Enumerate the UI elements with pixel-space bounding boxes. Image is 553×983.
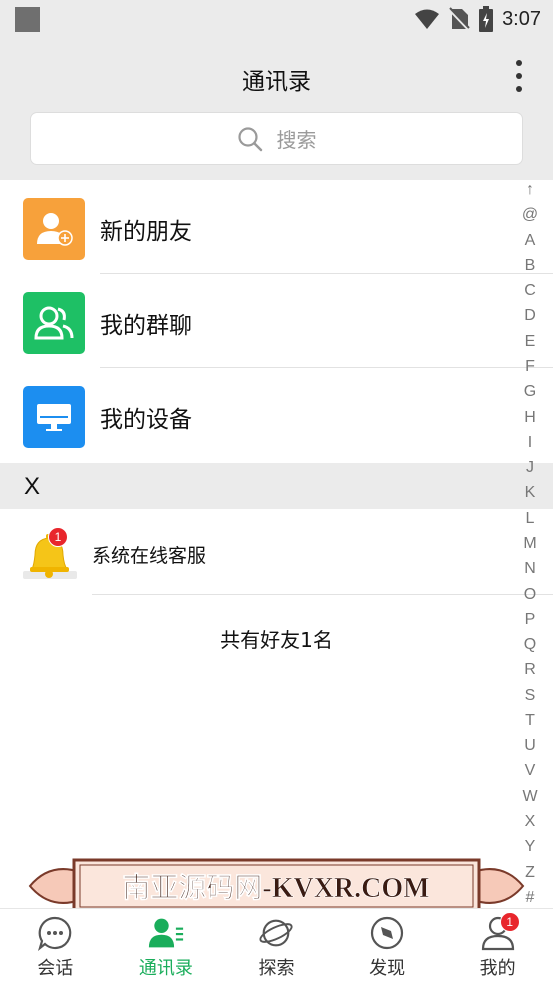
index-letter[interactable]: K: [525, 484, 536, 502]
index-letter[interactable]: R: [524, 661, 536, 679]
more-dot-icon: [516, 86, 522, 92]
more-menu-button[interactable]: [513, 58, 525, 94]
index-letter[interactable]: C: [524, 282, 536, 300]
list-item-my-devices[interactable]: 我的设备: [0, 368, 553, 462]
chat-icon: [37, 915, 73, 951]
index-letter[interactable]: M: [523, 535, 536, 553]
index-letter[interactable]: S: [525, 687, 536, 705]
wifi-icon: [415, 9, 440, 29]
index-letter[interactable]: G: [524, 383, 536, 401]
index-letter[interactable]: D: [524, 307, 536, 325]
battery-icon: [479, 6, 494, 32]
planet-icon: [258, 915, 294, 951]
device-icon: [23, 386, 85, 448]
tab-discover[interactable]: 发现: [332, 909, 443, 983]
tab-label: 会话: [37, 958, 74, 979]
page-title: 通讯录: [242, 69, 311, 95]
index-letter[interactable]: @: [522, 206, 538, 224]
index-letter[interactable]: J: [526, 459, 534, 477]
list-item-group-chats[interactable]: 我的群聊: [0, 274, 553, 368]
index-letter[interactable]: T: [525, 712, 535, 730]
tab-label: 探索: [258, 958, 295, 979]
index-letter[interactable]: L: [526, 510, 535, 528]
index-letter[interactable]: P: [525, 611, 536, 629]
index-letter[interactable]: ↑: [526, 181, 534, 199]
bottom-tab-bar: 会话 通讯录 探索 发现 1 我的: [0, 908, 553, 983]
no-sim-icon: [448, 7, 471, 31]
list-item-label: 新的朋友: [100, 219, 192, 245]
search-icon: [237, 126, 262, 151]
list-item-new-friends[interactable]: 新的朋友: [0, 180, 553, 274]
index-letter[interactable]: O: [524, 586, 536, 604]
index-letter[interactable]: U: [524, 737, 536, 755]
profile-icon: 1: [480, 912, 520, 951]
index-letter[interactable]: F: [525, 358, 535, 376]
tab-label: 我的: [479, 958, 516, 979]
index-letter[interactable]: X: [525, 813, 536, 831]
contact-item[interactable]: 1 系统在线客服: [0, 509, 553, 595]
tab-contacts[interactable]: 通讯录: [111, 909, 222, 983]
index-letter[interactable]: A: [525, 232, 536, 250]
more-dot-icon: [516, 73, 522, 79]
status-time: 3:07: [502, 7, 541, 30]
unread-badge: 1: [48, 527, 68, 547]
watermark-text: 南亚源码网-KVXR.COM: [122, 872, 429, 904]
index-letter[interactable]: N: [524, 560, 536, 578]
index-letter[interactable]: W: [522, 788, 537, 806]
divider: [92, 594, 553, 595]
section-letter: X: [24, 473, 41, 500]
tab-explore[interactable]: 探索: [221, 909, 332, 983]
tab-label: 通讯录: [138, 958, 193, 979]
contact-avatar: 1: [23, 527, 77, 585]
group-chat-icon: [23, 292, 85, 354]
status-bar: 3:07: [0, 0, 553, 38]
search-placeholder: 搜索: [276, 128, 317, 152]
list-item-label: 我的群聊: [100, 313, 192, 339]
profile-badge: 1: [499, 912, 520, 932]
quick-entry-list: 新的朋友 我的群聊 我的设备: [0, 180, 553, 462]
friend-count: 共有好友1名: [220, 628, 333, 652]
contacts-icon: [148, 915, 184, 951]
index-letter[interactable]: H: [524, 409, 536, 427]
tab-chats[interactable]: 会话: [0, 909, 111, 983]
header: 通讯录 搜索: [0, 38, 553, 180]
index-letter[interactable]: I: [528, 434, 532, 452]
compass-icon: [369, 915, 405, 951]
alphabet-index[interactable]: ↑ @ A B C D E F G H I J K L M N O P Q R S T U V W X Y Z #: [517, 181, 543, 907]
tab-label: 发现: [369, 958, 406, 979]
index-letter[interactable]: V: [525, 762, 536, 780]
add-friend-icon: [23, 198, 85, 260]
tab-me[interactable]: 1 我的: [442, 909, 553, 983]
section-header: X: [0, 463, 553, 509]
status-icons: 3:07: [414, 5, 541, 33]
contact-name: 系统在线客服: [92, 545, 207, 567]
search-input[interactable]: 搜索: [30, 112, 523, 165]
more-dot-icon: [516, 60, 522, 66]
index-letter[interactable]: E: [525, 333, 536, 351]
index-letter[interactable]: Q: [524, 636, 536, 654]
list-item-label: 我的设备: [100, 407, 192, 433]
index-letter[interactable]: B: [525, 257, 536, 275]
notification-icon: [15, 7, 40, 32]
